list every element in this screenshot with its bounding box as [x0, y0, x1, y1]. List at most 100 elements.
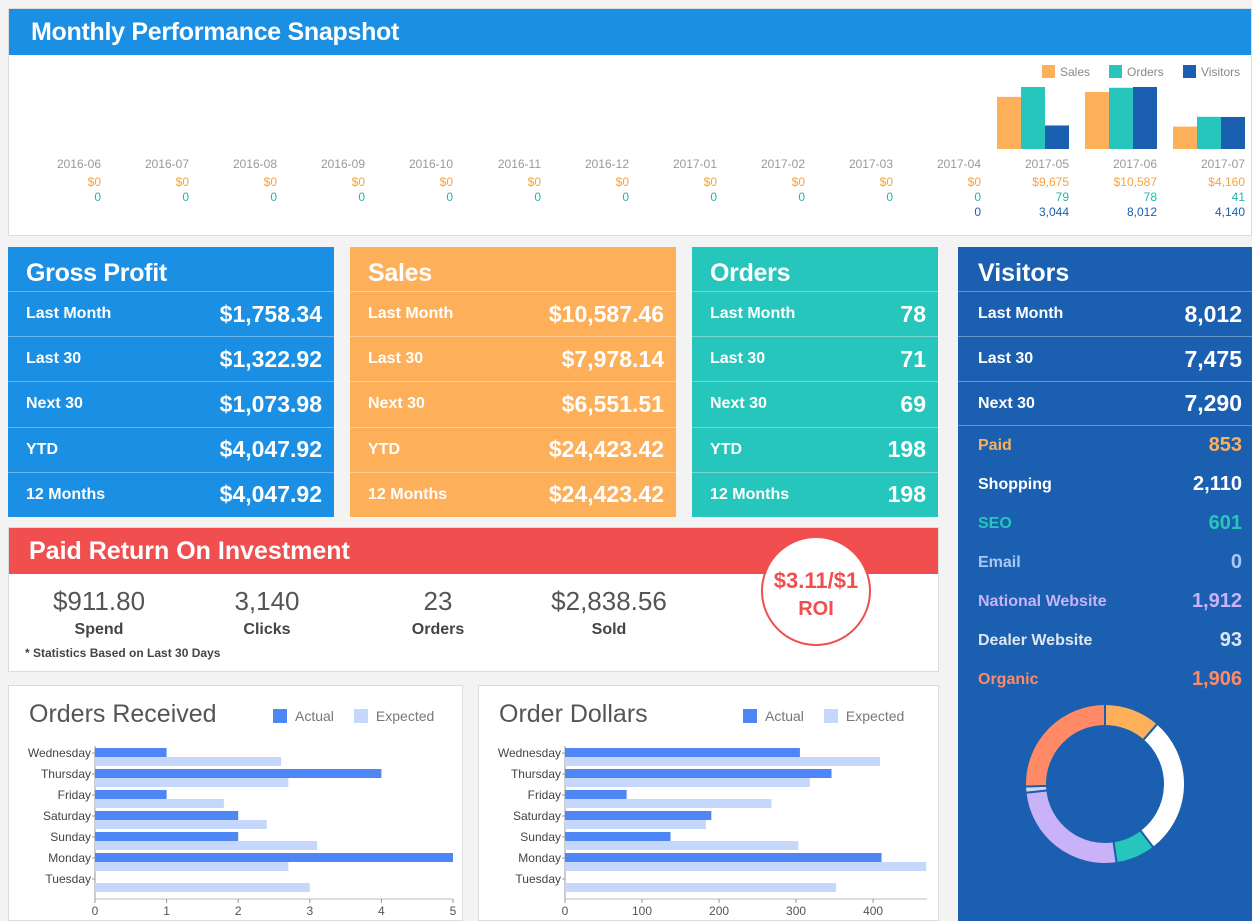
orders-received-title: Orders Received	[29, 700, 217, 728]
bar-expected	[565, 799, 772, 808]
dashboard: Monthly Performance Snapshot Sales Orders…	[0, 0, 1252, 921]
snapshot-bar-orders	[1021, 87, 1045, 149]
bar-expected	[95, 820, 267, 829]
snapshot-bar-visitors	[1133, 87, 1157, 149]
stat-value: 3,140	[234, 586, 300, 616]
stat-value: $911.80	[52, 586, 146, 616]
sales-value-label: $0	[528, 175, 542, 189]
category-label: Sunday	[520, 830, 561, 844]
row-label: 12 Months	[710, 485, 790, 503]
source-value: 93	[1219, 629, 1242, 651]
orders-value-label: 41	[1232, 190, 1246, 204]
legend-label: Actual	[295, 708, 334, 724]
row-value: $1,322.92	[219, 345, 322, 372]
bar-expected	[95, 862, 289, 871]
sales-title: Sales	[368, 259, 432, 287]
row-value: 7,290	[1184, 390, 1242, 416]
x-tick-label: 1	[163, 904, 170, 918]
sales-value-label: $0	[88, 175, 102, 189]
bar-expected	[565, 862, 927, 871]
visitors-value-label: 8,012	[1127, 205, 1157, 219]
stat-value: $2,838.56	[551, 586, 667, 616]
x-tick-label: 5	[450, 904, 457, 918]
orders-row: Last 30 71	[692, 336, 938, 381]
orders-title: Orders	[710, 259, 791, 287]
source-label: Organic	[978, 670, 1039, 688]
bar-actual	[565, 811, 712, 820]
bar-actual	[565, 748, 800, 757]
category-label: Saturday	[513, 809, 561, 823]
donut-slice-shopping	[1138, 722, 1186, 850]
month-label: 2016-10	[409, 157, 453, 171]
statistics-note: * Statistics Based on Last 30 Days	[25, 646, 221, 660]
sales-row: 12 Months $24,423.42	[350, 471, 676, 517]
bar-actual	[95, 769, 382, 778]
visitors-value-label: 4,140	[1215, 205, 1245, 219]
legend-actual: Actual	[743, 708, 804, 724]
legend-actual: Actual	[273, 708, 334, 724]
sales-row: Last Month $10,587.46	[350, 291, 676, 336]
row-label: Last 30	[710, 350, 766, 368]
month-label: 2016-07	[145, 157, 189, 171]
category-label: Monday	[48, 851, 91, 865]
stat-value: 23	[423, 586, 453, 616]
legend-label-sales: Sales	[1060, 65, 1090, 79]
snapshot-bar-visitors	[1221, 116, 1245, 149]
sales-value-label: $0	[880, 175, 894, 189]
sales-row: Last 30 $7,978.14	[350, 336, 676, 381]
source-label: Paid	[978, 436, 1012, 454]
row-value: 7,475	[1184, 345, 1242, 372]
orders-value-label: 78	[1144, 190, 1158, 204]
orders-card: Orders Last Month 78 Last 30 71 Next 30 69 …	[692, 247, 938, 517]
legend-label-orders: Orders	[1127, 65, 1164, 79]
x-tick-label: 400	[863, 904, 883, 918]
snapshot-bar-orders	[1197, 116, 1221, 149]
row-label: Last Month	[26, 305, 112, 323]
month-label: 2016-11	[498, 157, 541, 171]
sold-stat: $2,838.56 Sold	[519, 586, 699, 639]
row-value: $1,758.34	[219, 300, 322, 327]
visitor-source-row: Organic 1,906	[958, 660, 1252, 699]
row-value: 78	[900, 300, 926, 327]
gross-profit-row: Next 30 $1,073.98	[8, 381, 334, 426]
row-value: $24,423.42	[548, 481, 664, 508]
roi-badge: $3.11/$1 ROI	[761, 536, 871, 646]
sales-value-label: $10,587	[1114, 175, 1158, 189]
month-label: 2017-07	[1201, 157, 1245, 171]
source-label: National Website	[978, 592, 1107, 610]
legend-expected: Expected	[823, 708, 904, 724]
legend-swatch-visitors	[1183, 65, 1196, 78]
snapshot-bar-visitors	[1045, 125, 1069, 149]
orders-value-label: 0	[94, 190, 101, 204]
bar-actual	[95, 811, 239, 820]
month-label: 2017-05	[1025, 157, 1069, 171]
roi-ratio: $3.11/$1	[773, 568, 859, 593]
bar-expected	[565, 841, 799, 850]
row-value: $4,047.92	[219, 436, 322, 463]
row-label: YTD	[26, 440, 58, 458]
bar-expected	[565, 883, 837, 892]
row-label: YTD	[368, 440, 400, 458]
source-label: Dealer Website	[978, 631, 1093, 649]
bar-actual	[95, 853, 453, 862]
row-value: 8,012	[1184, 300, 1242, 327]
row-label: 12 Months	[368, 485, 448, 503]
row-value: $4,047.92	[219, 481, 322, 508]
orders-value-label: 0	[270, 190, 277, 204]
order-dollars-panel: Wednesday Thursday Friday Saturday Sunday Mon…	[478, 685, 939, 921]
visitor-source-row: Shopping 2,110	[958, 465, 1252, 504]
category-label: Sunday	[50, 830, 91, 844]
legend-label: Expected	[375, 708, 435, 724]
x-tick-label: 0	[562, 904, 569, 918]
row-label: Next 30	[26, 395, 83, 413]
row-label: Next 30	[710, 395, 767, 413]
visitors-row: Last 30 7,475	[958, 336, 1252, 381]
legend-swatch-orders	[1109, 65, 1122, 78]
bar-actual	[565, 769, 832, 778]
orders-value-label: 0	[622, 190, 629, 204]
source-label: Email	[978, 553, 1021, 571]
snapshot-bar-sales	[1173, 126, 1197, 149]
row-label: Last 30	[978, 350, 1034, 367]
bar-expected	[95, 883, 310, 892]
source-value: 601	[1208, 512, 1242, 534]
